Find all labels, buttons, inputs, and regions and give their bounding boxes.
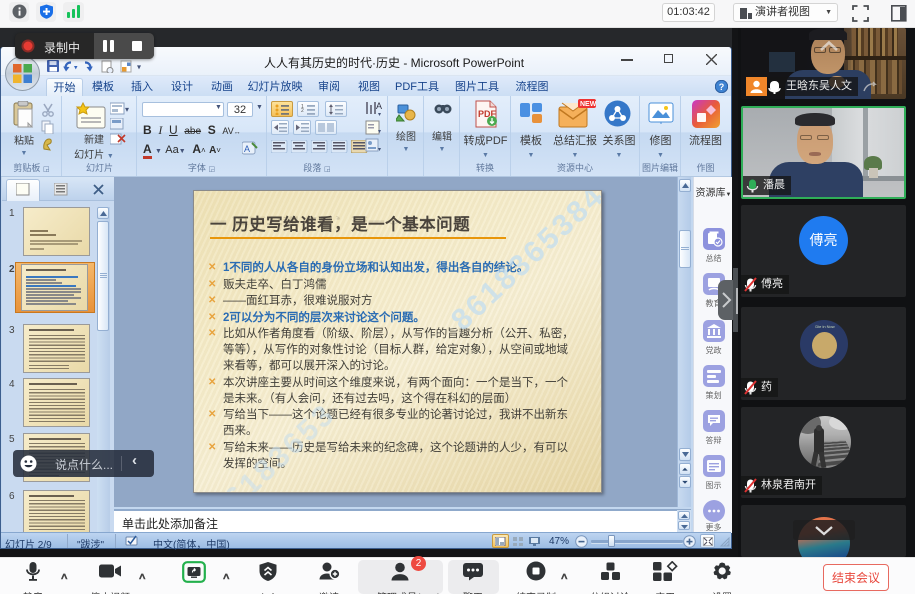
svg-text:▾: ▾ xyxy=(74,65,78,72)
svg-text:2: 2 xyxy=(301,108,304,114)
svg-text:▾: ▾ xyxy=(378,147,381,153)
svg-text:?: ? xyxy=(719,82,725,92)
svg-text:▾: ▾ xyxy=(137,63,141,72)
svg-text:▾: ▾ xyxy=(378,112,381,118)
svg-text:▾: ▾ xyxy=(378,129,381,135)
svg-text:A: A xyxy=(244,144,250,154)
svg-text:▾: ▾ xyxy=(125,105,129,114)
svg-text:A: A xyxy=(376,101,382,111)
svg-text:NEW: NEW xyxy=(580,101,596,108)
